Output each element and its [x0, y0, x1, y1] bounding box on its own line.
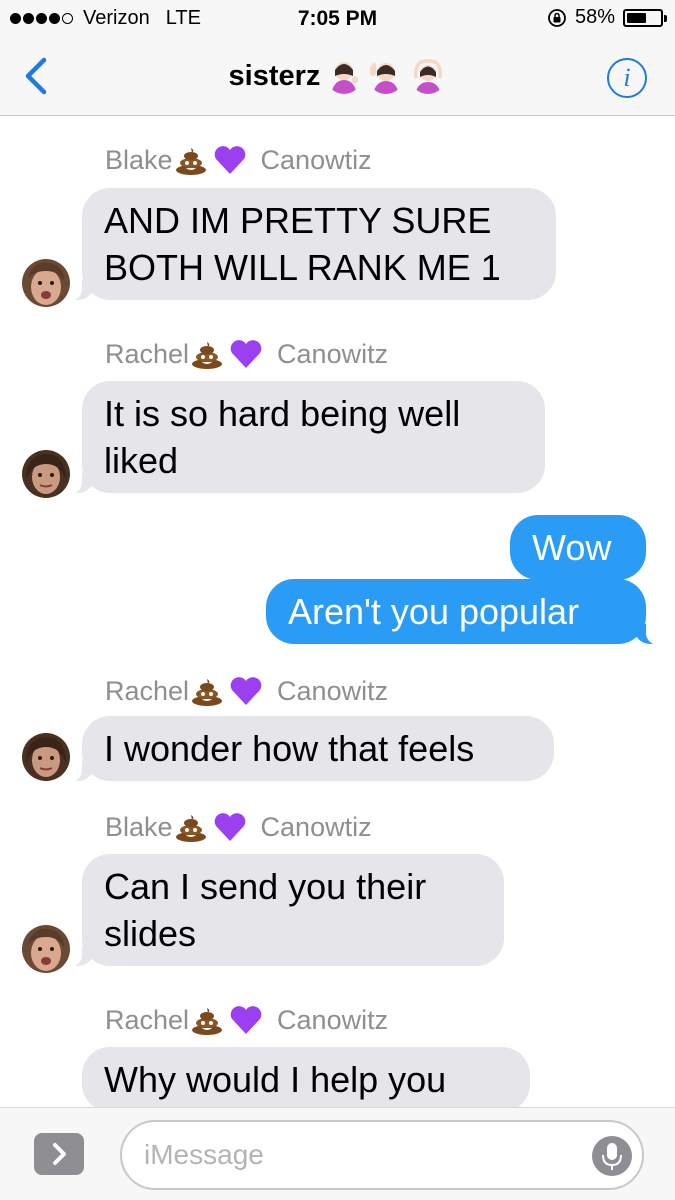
avatar-blake[interactable] — [22, 925, 70, 973]
purple-heart-emoji-icon — [214, 146, 245, 174]
info-icon: i — [623, 63, 631, 92]
avatar-rachel[interactable] — [22, 733, 70, 781]
battery-percent: 58% — [574, 6, 615, 28]
outgoing-message[interactable]: Aren't you popular — [266, 579, 660, 645]
message-text: Why would I help you — [104, 1059, 447, 1100]
sender-name: Rachel Canowitz — [105, 338, 388, 370]
purple-heart-emoji-icon — [214, 813, 245, 841]
sender-first-name: Rachel — [105, 675, 190, 706]
microphone-button[interactable] — [592, 1136, 632, 1176]
sender-last-name: Canowitz — [277, 338, 389, 369]
info-button[interactable]: i — [607, 58, 647, 98]
sender-name: Blake Canowtiz — [105, 811, 372, 843]
sender-last-name: Canowitz — [277, 1004, 389, 1035]
compose-bar: iMessage — [0, 1107, 675, 1200]
incoming-message[interactable]: Why would I help you — [82, 1047, 530, 1107]
microphone-icon — [602, 1143, 622, 1170]
avatar-blake[interactable] — [22, 259, 70, 307]
input-placeholder: iMessage — [144, 1139, 264, 1170]
message-thread[interactable]: Blake Canowtiz AND IM PRETTY SURE BOTH W… — [0, 117, 675, 1107]
battery-icon — [623, 8, 667, 27]
incoming-message[interactable]: I wonder how that feels — [68, 716, 554, 782]
pile-of-poo-emoji-icon — [192, 1008, 223, 1035]
conversation-title[interactable]: sisterz — [0, 58, 675, 94]
sender-last-name: Canowtiz — [260, 811, 372, 842]
incoming-message[interactable]: AND IM PRETTY SURE BOTH WILL RANK ME 1 — [68, 188, 556, 301]
message-text: I wonder how that feels — [104, 728, 475, 769]
sender-name: Rachel Canowitz — [105, 675, 388, 707]
pile-of-poo-emoji-icon — [175, 148, 206, 175]
status-right: 58% — [547, 6, 667, 29]
message-text: Aren't you popular — [288, 591, 580, 632]
chevron-right-icon — [53, 1143, 66, 1165]
sender-name: Rachel Canowitz — [105, 1004, 388, 1036]
message-text: Wow — [532, 527, 612, 568]
apps-button[interactable] — [34, 1133, 84, 1175]
imessage-input[interactable]: iMessage — [120, 1120, 644, 1190]
conversation-header: sisterz i — [0, 40, 675, 116]
woman-tipping-hand-emoji-icon — [331, 62, 359, 94]
pile-of-poo-emoji-icon — [192, 342, 223, 369]
sender-first-name: Blake — [105, 144, 173, 175]
battery-level — [627, 12, 646, 23]
woman-gesturing-ok-emoji-icon — [414, 59, 443, 94]
message-text: It is so hard being well liked — [104, 393, 461, 481]
incoming-message[interactable]: Can I send you their slides — [68, 854, 504, 967]
group-name: sisterz — [228, 59, 321, 92]
sender-last-name: Canowitz — [277, 675, 389, 706]
sender-first-name: Rachel — [105, 338, 190, 369]
woman-raising-hand-emoji-icon — [370, 62, 400, 94]
purple-heart-emoji-icon — [230, 1006, 262, 1034]
pile-of-poo-emoji-icon — [175, 815, 206, 842]
sender-first-name: Blake — [105, 811, 173, 842]
pile-of-poo-emoji-icon — [192, 679, 223, 706]
rotation-lock-icon — [548, 8, 566, 27]
status-bar: Verizon LTE 7:05 PM 58% — [0, 0, 675, 40]
message-text: AND IM PRETTY SURE BOTH WILL RANK ME 1 — [104, 200, 501, 288]
outgoing-message[interactable]: Wow — [510, 515, 646, 580]
avatar-rachel[interactable] — [22, 450, 70, 498]
sender-name: Blake Canowtiz — [105, 144, 372, 176]
message-text: Can I send you their slides — [104, 866, 427, 954]
sender-last-name: Canowtiz — [260, 144, 372, 175]
sender-first-name: Rachel — [105, 1004, 190, 1035]
purple-heart-emoji-icon — [230, 677, 262, 705]
incoming-message[interactable]: It is so hard being well liked — [68, 381, 545, 494]
purple-heart-emoji-icon — [230, 340, 262, 368]
